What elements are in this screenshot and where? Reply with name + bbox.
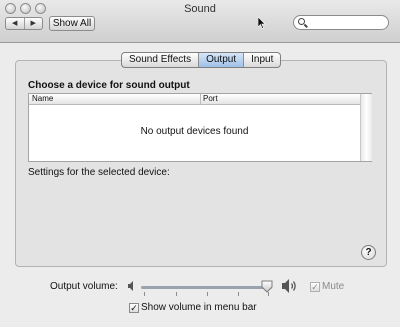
forward-button[interactable]: ▶ (23, 18, 43, 29)
output-device-table[interactable]: Name Port No output devices found (28, 93, 372, 162)
tab-sound-effects[interactable]: Sound Effects (122, 53, 198, 67)
volume-slider-thumb[interactable] (261, 280, 273, 293)
table-scrollbar[interactable] (360, 94, 372, 161)
tab-bar: Sound Effects Output Input (121, 52, 282, 68)
title-bar: Sound ◀ ▶ Show All (0, 0, 400, 43)
volume-slider-track[interactable] (141, 286, 272, 289)
speaker-high-icon (282, 279, 296, 293)
show-volume-label: Show volume in menu bar (141, 302, 257, 313)
mute-checkbox[interactable]: ✓ (310, 282, 320, 292)
mute-label: Mute (322, 281, 345, 292)
navigation-buttons: ◀ ▶ (5, 17, 43, 30)
table-header: Name Port (29, 94, 360, 105)
volume-tick (144, 292, 145, 296)
output-panel (15, 60, 387, 267)
volume-tick (176, 292, 177, 296)
tab-input[interactable]: Input (243, 53, 280, 67)
back-button[interactable]: ◀ (6, 18, 24, 29)
column-divider (200, 94, 201, 104)
show-all-button[interactable]: Show All (49, 16, 95, 31)
help-button[interactable]: ? (361, 245, 376, 260)
output-volume-label: Output volume: (50, 281, 118, 292)
column-header-port[interactable]: Port (203, 94, 218, 104)
selected-device-settings-label: Settings for the selected device: (28, 167, 170, 178)
output-device-heading: Choose a device for sound output (28, 80, 190, 91)
empty-table-message: No output devices found (140, 126, 249, 137)
column-header-name[interactable]: Name (32, 94, 53, 104)
search-field[interactable] (293, 15, 389, 30)
search-icon (298, 18, 305, 25)
volume-tick (207, 292, 208, 296)
mouse-pointer-icon (258, 17, 266, 29)
volume-tick (238, 292, 239, 296)
show-volume-checkbox[interactable]: ✓ (129, 303, 139, 313)
speaker-low-icon (128, 281, 133, 291)
tab-output[interactable]: Output (198, 53, 244, 67)
window-title: Sound (184, 3, 216, 15)
